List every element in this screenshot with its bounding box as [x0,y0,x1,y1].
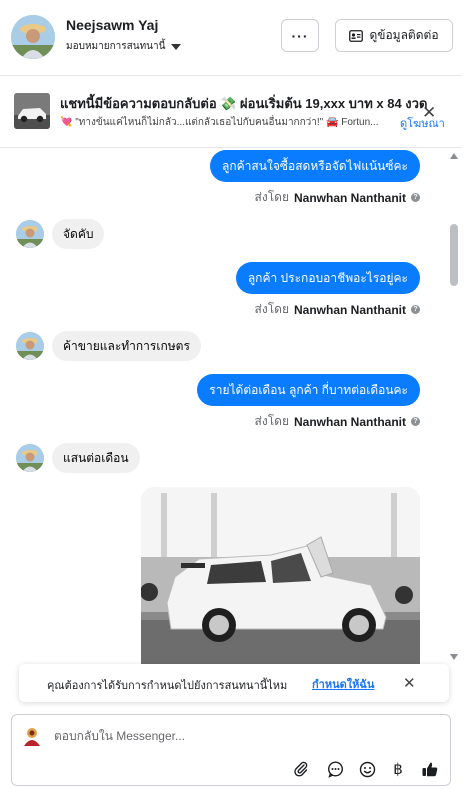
outgoing-message[interactable]: ลูกค้าสนใจซื้อสดหรือจัดไฟแน้นซ์คะ [210,150,420,182]
conversation-header: Neejsawm Yaj มอบหมายการสนทนานี้ ··· ดูข้… [0,0,462,76]
assign-notice: คุณต้องการได้รับการกำหนดไปยังการสนทนานี้… [19,664,449,702]
info-icon[interactable]: ? [411,305,420,314]
sender-name: Nanwhan Nanthanit [293,190,406,205]
contact-avatar[interactable] [11,15,55,59]
more-horizontal-icon: ··· [291,27,309,44]
page-avatar [20,724,44,748]
ad-title: แชทนี้มีข้อความตอบกลับต่อ 💸 ผ่อนเริ่มต้น… [60,96,428,111]
avatar-photo [16,220,44,248]
ad-description: 💘 "ทางข้นแค่ไหนก็ไม่กลัว...แต่กลัวเธอไปก… [60,117,379,128]
incoming-message-row: ค้าขายและทำการเกษตร [16,331,201,361]
scrollbar-thumb[interactable] [450,224,458,286]
close-icon[interactable]: ✕ [422,103,436,123]
thumbs-up-icon[interactable] [420,759,440,779]
info-icon[interactable]: ? [411,193,420,202]
sent-by-prefix: ส่งโดย [254,414,289,428]
scroll-up-arrow[interactable] [450,153,458,159]
sent-by-label: ส่งโดย Nanwhan Nanthanit ? [255,188,420,207]
contact-avatar-small [16,332,44,360]
contact-avatar-small [16,444,44,472]
ad-thumbnail [14,93,50,129]
incoming-message[interactable]: ค้าขายและทำการเกษตร [52,331,201,361]
baht-icon[interactable]: ฿ [388,759,408,779]
sender-name: Nanwhan Nanthanit [293,302,406,317]
chat-bubble-icon[interactable] [325,759,345,779]
contact-name[interactable]: Neejsawm Yaj [66,17,158,33]
assign-to-me-link[interactable]: กำหนดให้ฉัน [312,675,374,693]
avatar-photo [16,332,44,360]
ad-reply-banner: แชทนี้มีข้อความตอบกลับต่อ 💸 ผ่อนเริ่มต้น… [0,77,462,148]
reply-composer: ฿ [11,714,451,786]
incoming-message[interactable]: จัดคับ [52,219,105,249]
assign-dropdown[interactable]: มอบหมายการสนทนานี้ [66,39,182,54]
sent-by-label: ส่งโดย Nanwhan Nanthanit ? [255,412,420,431]
page-logo-icon [20,724,44,748]
car-thumbnail-image [14,93,50,129]
message-thread[interactable]: ลูกค้าสนใจซื้อสดหรือจัดไฟแน้นซ์คะ ส่งโดย… [0,149,462,665]
avatar-photo [11,15,55,59]
close-icon[interactable]: ✕ [403,674,416,692]
chevron-down-icon [171,43,182,50]
more-options-button[interactable]: ··· [281,19,319,52]
incoming-message-row: แสนต่อเดือน [16,443,140,473]
incoming-message[interactable]: แสนต่อเดือน [52,443,140,473]
incoming-message-row: จัดคับ [16,219,105,249]
contact-avatar-small [16,220,44,248]
info-icon[interactable]: ? [411,417,420,426]
contact-card-icon [349,29,364,42]
paperclip-icon[interactable] [291,759,311,779]
assign-label: มอบหมายการสนทนานี้ [66,41,166,52]
reply-input[interactable] [54,729,434,743]
outgoing-message[interactable]: รายได้ต่อเดือน ลูกค้า กี่บาทต่อเดือนคะ [197,374,420,406]
shared-car-photo[interactable] [141,487,420,665]
avatar-photo [16,444,44,472]
sent-by-prefix: ส่งโดย [254,302,289,316]
scroll-down-arrow[interactable] [450,654,458,660]
smiley-icon[interactable] [357,759,377,779]
sent-by-label: ส่งโดย Nanwhan Nanthanit ? [255,300,420,319]
sender-name: Nanwhan Nanthanit [293,414,406,429]
view-contact-info-button[interactable]: ดูข้อมูลติดต่อ [335,19,453,52]
outgoing-message[interactable]: ลูกค้า ประกอบอาชีพอะไรอยู่คะ [235,262,420,294]
sent-by-prefix: ส่งโดย [254,190,289,204]
assign-notice-text: คุณต้องการได้รับการกำหนดไปยังการสนทนานี้… [47,680,288,692]
view-contact-info-label: ดูข้อมูลติดต่อ [369,28,439,42]
car-photo-image [141,487,420,665]
